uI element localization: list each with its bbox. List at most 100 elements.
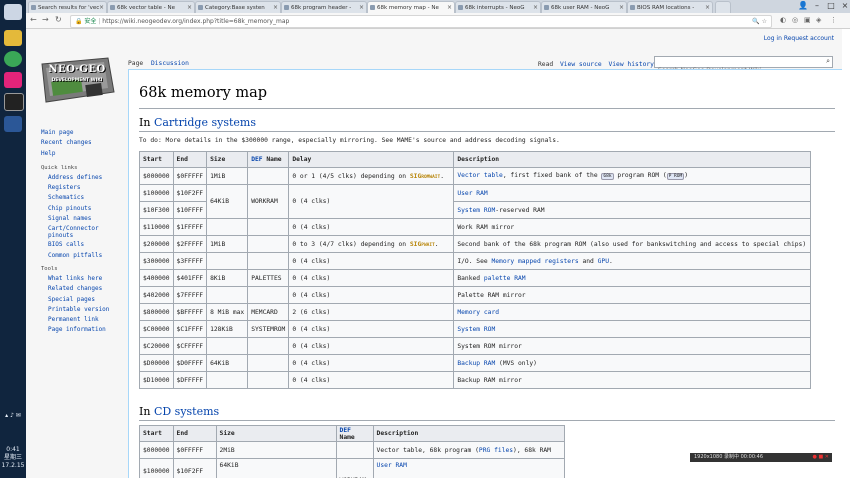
sidebar-item-related-changes[interactable]: Related changes (48, 284, 126, 294)
cell-start: $10F300 (139, 201, 174, 219)
cell-name: PALETTES (247, 269, 290, 287)
sidebar-item-main-page[interactable]: Main page (41, 128, 126, 138)
chrome-icon[interactable] (4, 51, 22, 67)
pwait-link[interactable]: PWAIT (421, 243, 435, 248)
user-ram-link[interactable]: User RAM (377, 462, 407, 469)
chip-prom-icon[interactable]: P ROM (666, 173, 685, 180)
memory-mapped-registers-link[interactable]: Memory mapped registers (491, 258, 578, 265)
sidebar-item-common-pitfalls[interactable]: Common pitfalls (48, 251, 126, 261)
cd-systems-link[interactable]: CD systems (154, 405, 219, 418)
reload-icon[interactable]: ↻ (55, 15, 62, 25)
word-icon[interactable] (4, 116, 22, 132)
cell-end: $BFFFFF (172, 303, 208, 321)
sidebar-item-registers[interactable]: Registers (48, 183, 126, 193)
close-tab-icon[interactable]: × (619, 2, 624, 13)
gpu-link[interactable]: GPU (598, 258, 609, 265)
sidebar-item-recent-changes[interactable]: Recent changes (41, 138, 126, 148)
system-rom-link[interactable]: System ROM (457, 207, 495, 214)
sidebar-item-what-links-here[interactable]: What links here (48, 274, 126, 284)
forward-icon[interactable]: → (42, 15, 49, 25)
section-heading-cartridge: In Cartridge systems (139, 116, 256, 129)
close-tab-icon[interactable]: × (359, 2, 364, 13)
sidebar-item-permanent-link[interactable]: Permanent link (48, 315, 126, 325)
section-heading-cd: In CD systems (139, 405, 219, 418)
close-tab-icon[interactable]: × (99, 2, 104, 13)
tab-read[interactable]: Read (538, 61, 553, 68)
romwait-link[interactable]: ROMWAIT (421, 175, 440, 180)
extension-icon[interactable]: ▣ (804, 15, 811, 25)
sidebar-item-chip-pinouts[interactable]: Chip pinouts (48, 204, 126, 214)
sidebar-item-help[interactable]: Help (41, 149, 126, 159)
browser-tab[interactable]: Category:Base systen × (195, 1, 281, 13)
desc-text: and (578, 257, 598, 265)
sidebar-item-address-defines[interactable]: Address defines (48, 173, 126, 183)
close-tab-icon[interactable]: × (705, 2, 710, 13)
windows-taskbar: ▴ ♪ ✉ 0:41 星期三 17.2.15 (0, 0, 26, 478)
def-link[interactable]: DEF (340, 427, 351, 434)
browser-tab-active[interactable]: 68k memory map - Ne × (367, 1, 455, 13)
app-icon[interactable] (4, 72, 22, 88)
extension-icon[interactable]: ◎ (792, 15, 798, 25)
maximize-icon[interactable]: □ (824, 0, 838, 11)
desc-text: -reserved RAM (495, 206, 545, 214)
user-icon[interactable]: 👤 (796, 0, 810, 11)
tab-view-history[interactable]: View history (608, 61, 654, 68)
sidebar-item-signal-names[interactable]: Signal names (48, 214, 126, 224)
sidebar-item-schematics[interactable]: Schematics (48, 193, 126, 203)
palette-ram-link[interactable]: palette RAM (484, 275, 526, 282)
address-bar[interactable]: 🔒 安全 | https://wiki.neogeodev.org/index.… (70, 15, 772, 28)
browser-tab[interactable]: 68k vector table - Ne × (107, 1, 195, 13)
chip-68k-icon[interactable]: 68k (601, 173, 614, 180)
tab-title: 68k program header - (291, 5, 352, 11)
sidebar-item-bios-calls[interactable]: BIOS calls (48, 240, 126, 250)
minimize-icon[interactable]: – (810, 0, 824, 11)
def-link[interactable]: DEF (251, 156, 262, 163)
close-tab-icon[interactable]: × (187, 2, 192, 13)
site-logo[interactable]: NEO·GEO DEVELOPMENT WIKI (36, 54, 116, 106)
media-icon[interactable] (4, 93, 24, 111)
close-window-icon[interactable]: × (838, 0, 850, 11)
tab-view-source[interactable]: View source (560, 61, 602, 68)
sidebar-item-special-pages[interactable]: Special pages (48, 295, 126, 305)
cell-description: Backup RAM mirror (453, 371, 811, 389)
cell-size (206, 371, 249, 389)
sidebar-item-cart-connector-pinouts[interactable]: Cart/Connector pinouts (48, 225, 108, 239)
browser-tab[interactable]: Search results for 'vec × (28, 1, 107, 13)
request-account-link[interactable]: Request account (784, 35, 834, 42)
menu-icon[interactable]: ⋮ (830, 15, 837, 25)
sig-link[interactable]: SIG (410, 173, 421, 180)
back-icon[interactable]: ← (30, 15, 37, 25)
close-tab-icon[interactable]: × (533, 2, 538, 13)
new-tab-button[interactable] (715, 1, 731, 13)
tab-title: 68k user RAM - NeoG (551, 5, 610, 11)
sig-link[interactable]: SIG (410, 241, 421, 248)
extension-icon[interactable]: ◈ (816, 15, 821, 25)
search-icon[interactable]: ⌕ (826, 57, 830, 66)
prg-files-link[interactable]: PRG files (479, 447, 513, 454)
record-icon[interactable]: ● ■ ✕ (813, 453, 829, 462)
browser-tab[interactable]: 68k user RAM - NeoG × (541, 1, 627, 13)
browser-tab[interactable]: 68k program header - × (281, 1, 367, 13)
cell-end: $10FFFF (172, 201, 208, 219)
browser-tab[interactable]: 68k interrupts - NeoG × (455, 1, 541, 13)
login-link[interactable]: Log in (764, 35, 782, 42)
zoom-icon[interactable]: 🔍 ☆ (752, 16, 767, 27)
memory-card-link[interactable]: Memory card (457, 309, 499, 316)
user-ram-link[interactable]: User RAM (457, 190, 487, 197)
sidebar-item-page-information[interactable]: Page information (48, 325, 126, 335)
tab-page[interactable]: Page (128, 60, 143, 67)
cell-size: 1MiB (206, 235, 249, 253)
backup-ram-link[interactable]: Backup RAM (457, 360, 495, 367)
folder-icon[interactable] (4, 30, 22, 46)
vector-table-link[interactable]: Vector table (457, 172, 503, 179)
tab-discussion[interactable]: Discussion (151, 60, 189, 67)
browser-tab[interactable]: BIOS RAM locations - × (627, 1, 713, 13)
start-icon[interactable] (4, 4, 22, 20)
favicon-icon (198, 5, 203, 10)
cartridge-systems-link[interactable]: Cartridge systems (154, 116, 256, 129)
extension-icon[interactable]: ◐ (780, 15, 786, 25)
system-rom-link[interactable]: System ROM (457, 326, 495, 333)
close-tab-icon[interactable]: × (447, 2, 452, 13)
close-tab-icon[interactable]: × (273, 2, 278, 13)
sidebar-item-printable-version[interactable]: Printable version (48, 305, 126, 315)
